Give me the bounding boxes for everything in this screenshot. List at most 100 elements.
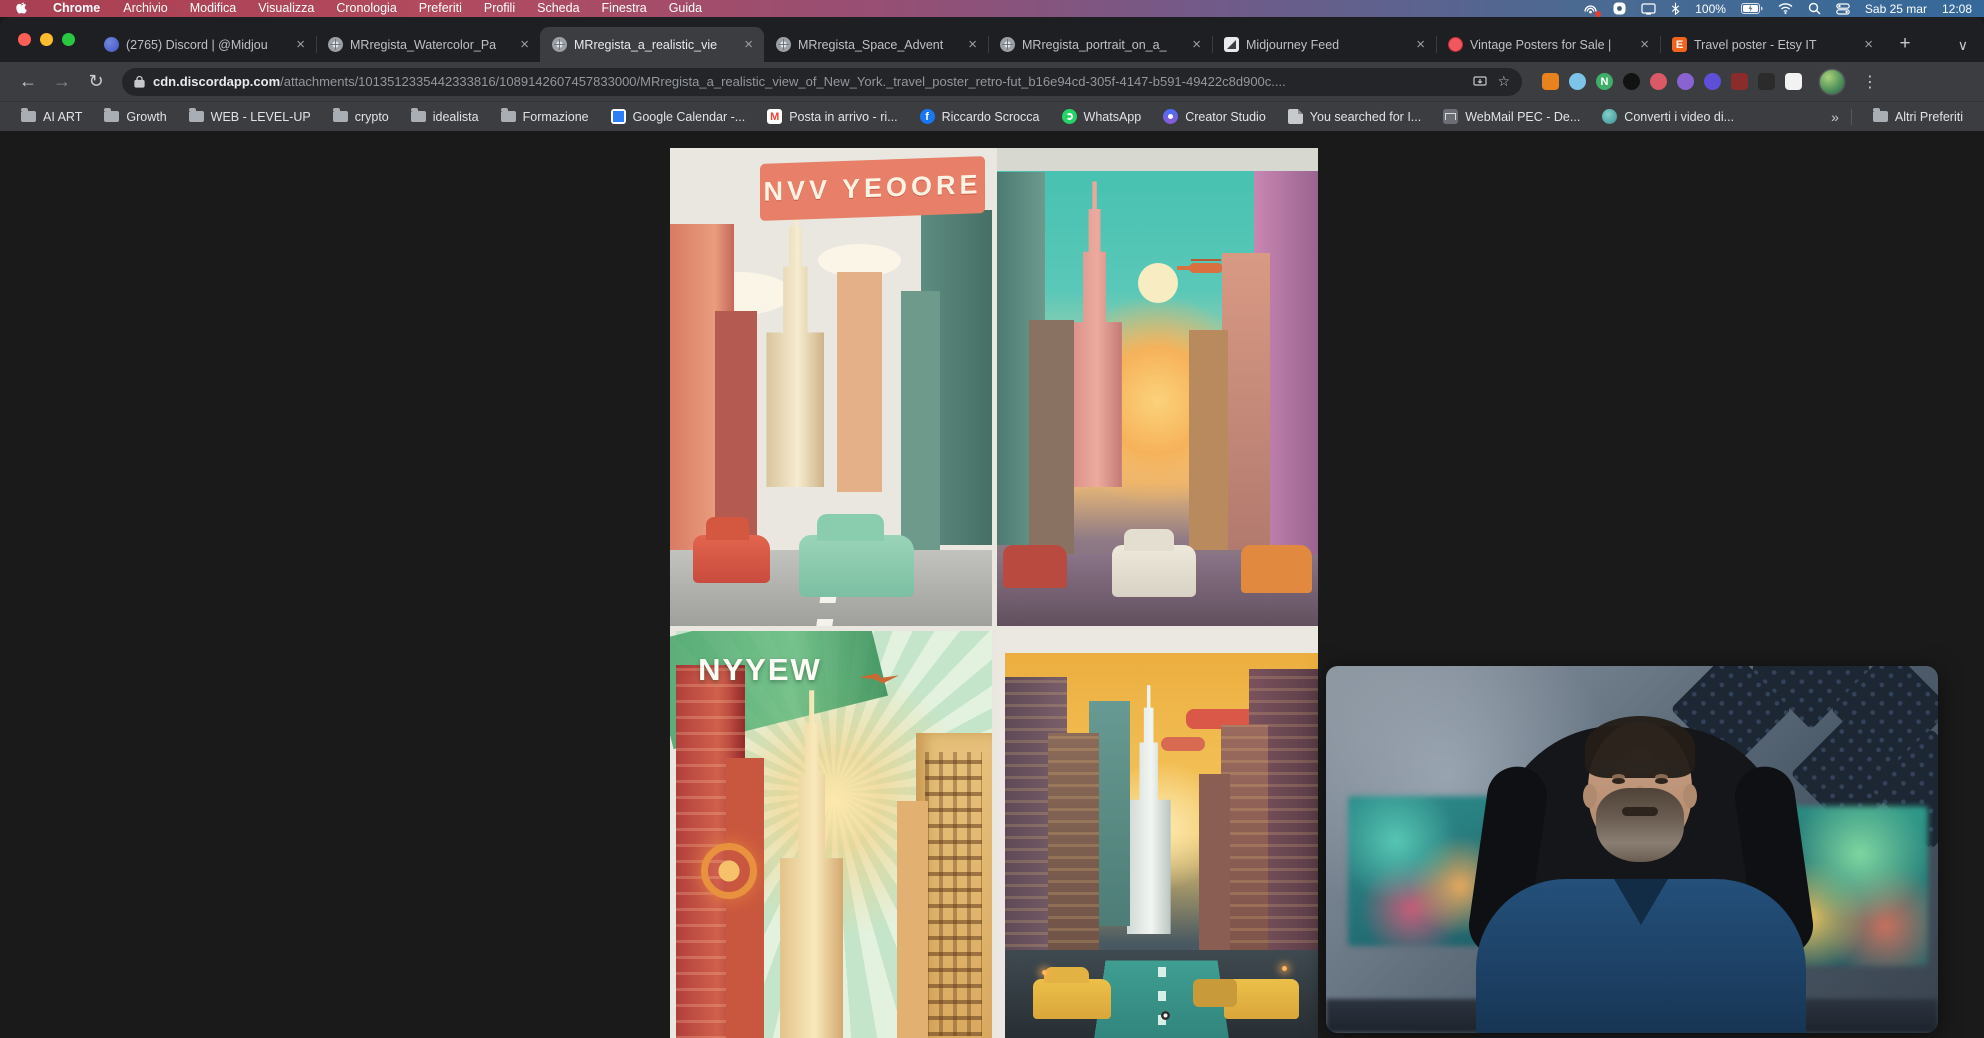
discord-favicon [104, 37, 119, 52]
tab-discord[interactable]: (2765) Discord | @Midjou × [92, 27, 316, 62]
close-window-button[interactable] [18, 33, 31, 46]
bookmark-facebook[interactable]: fRiccardo Scrocca [911, 106, 1049, 127]
menu-cronologia[interactable]: Cronologia [325, 0, 407, 17]
pink-extension-icon[interactable] [1650, 73, 1667, 90]
eye [1612, 778, 1625, 784]
yellow-taxi [1033, 979, 1111, 1019]
purple-extension-icon[interactable] [1677, 73, 1694, 90]
control-center-icon[interactable] [1836, 3, 1850, 15]
tab-etsy[interactable]: E Travel poster - Etsy IT × [1660, 27, 1884, 62]
minimize-window-button[interactable] [40, 33, 53, 46]
tab-title: MRregista_portrait_on_a_ [1022, 38, 1182, 52]
yellow-taxi [1193, 979, 1237, 1007]
install-app-icon[interactable] [1473, 76, 1487, 88]
tab-watercolor[interactable]: MRregista_Watercolor_Pa × [316, 27, 540, 62]
menu-guida[interactable]: Guida [658, 0, 713, 17]
menu-preferiti[interactable]: Preferiti [408, 0, 473, 17]
gmail-icon: M [767, 109, 782, 124]
tab-close-icon[interactable]: × [1189, 36, 1204, 53]
ear [1683, 784, 1697, 808]
bookmarks-overflow-icon[interactable]: » [1831, 109, 1839, 125]
empire-state-building [780, 690, 843, 1038]
white-square-extension-icon[interactable] [1785, 73, 1802, 90]
spotlight-search-icon[interactable] [1808, 2, 1821, 15]
bookmark-converti-video[interactable]: Converti i video di... [1593, 106, 1743, 127]
poster-top-left: NVV YEOORE [670, 148, 992, 626]
street-light [1042, 970, 1047, 975]
bookmark-you-searched[interactable]: You searched for I... [1279, 106, 1430, 127]
profile-avatar[interactable] [1820, 70, 1844, 94]
forward-button[interactable]: → [48, 71, 76, 92]
bookmark-webmail-pec[interactable]: WebMail PEC - De... [1434, 106, 1589, 127]
dark-tool-extension-icon[interactable] [1758, 73, 1775, 90]
tab-close-icon[interactable]: × [741, 36, 756, 53]
building [1048, 733, 1098, 966]
vintage-posters-favicon [1448, 37, 1463, 52]
bookmark-google-calendar[interactable]: Google Calendar -... [602, 106, 755, 127]
tab-midjourney-feed[interactable]: Midjourney Feed × [1212, 27, 1436, 62]
bookmark-star-icon[interactable]: ☆ [1497, 73, 1510, 90]
chrome-menu-icon[interactable]: ⋮ [1862, 72, 1878, 92]
menubar-clock[interactable]: 12:08 [1942, 2, 1972, 16]
menu-modifica[interactable]: Modifica [179, 0, 248, 17]
bookmark-label: Altri Preferiti [1895, 110, 1963, 124]
lock-icon[interactable] [134, 75, 145, 88]
bookmark-whatsapp[interactable]: WhatsApp [1053, 106, 1151, 127]
bookmark-creator-studio[interactable]: Creator Studio [1154, 106, 1275, 127]
blue-extension-icon[interactable] [1569, 73, 1586, 90]
poster-art [1005, 653, 1319, 1038]
tab-space-adventure[interactable]: MRregista_Space_Advent × [764, 27, 988, 62]
menubar-app-icon[interactable] [1613, 2, 1626, 15]
wifi-icon[interactable] [1778, 3, 1793, 14]
indigo-extension-icon[interactable] [1704, 73, 1721, 90]
menu-scheda[interactable]: Scheda [526, 0, 590, 17]
red-car [693, 535, 770, 583]
menu-profili[interactable]: Profili [473, 0, 526, 17]
bookmark-label: You searched for I... [1310, 110, 1421, 124]
folder-icon [501, 111, 516, 122]
tab-vintage-posters[interactable]: Vintage Posters for Sale | × [1436, 27, 1660, 62]
menu-app-name[interactable]: Chrome [41, 0, 112, 17]
menu-visualizza[interactable]: Visualizza [247, 0, 325, 17]
building [897, 801, 929, 1038]
tab-close-icon[interactable]: × [517, 36, 532, 53]
metamask-extension-icon[interactable] [1542, 73, 1559, 90]
green-n-extension-icon[interactable]: N [1596, 73, 1613, 90]
bookmark-growth[interactable]: Growth [95, 107, 175, 127]
screen-record-icon[interactable] [1583, 3, 1598, 15]
menu-finestra[interactable]: Finestra [591, 0, 658, 17]
url-domain: cdn.discordapp.com [153, 74, 280, 89]
zoom-window-button[interactable] [62, 33, 75, 46]
bookmark-label: Riccardo Scrocca [942, 110, 1040, 124]
menubar-date[interactable]: Sab 25 mar [1865, 2, 1927, 16]
new-tab-button[interactable]: + [1890, 29, 1920, 59]
tab-close-icon[interactable]: × [293, 36, 308, 53]
tab-close-icon[interactable]: × [965, 36, 980, 53]
bookmark-web-level-up[interactable]: WEB - LEVEL-UP [180, 107, 320, 127]
bookmark-formazione[interactable]: Formazione [492, 107, 598, 127]
black-circle-extension-icon[interactable] [1623, 73, 1640, 90]
tab-close-icon[interactable]: × [1861, 36, 1876, 53]
apple-logo-icon[interactable] [14, 2, 27, 16]
tab-search-chevron-icon[interactable]: ∨ [1958, 37, 1968, 54]
reload-button[interactable]: ↻ [82, 71, 110, 92]
menu-archivio[interactable]: Archivio [112, 0, 178, 17]
display-icon[interactable] [1641, 3, 1656, 15]
tab-realistic-view-active[interactable]: MRregista_a_realistic_vie × [540, 27, 764, 62]
tab-close-icon[interactable]: × [1413, 36, 1428, 53]
tab-portrait[interactable]: MRregista_portrait_on_a_ × [988, 27, 1212, 62]
bookmark-crypto[interactable]: crypto [324, 107, 398, 127]
tab-strip: (2765) Discord | @Midjou × MRregista_Wat… [0, 17, 1984, 62]
maroon-grid-extension-icon[interactable] [1731, 73, 1748, 90]
page-icon [1288, 109, 1303, 124]
address-bar[interactable]: cdn.discordapp.com/attachments/101351233… [122, 68, 1522, 96]
tab-close-icon[interactable]: × [1637, 36, 1652, 53]
bookmark-gmail[interactable]: MPosta in arrivo - ri... [758, 106, 906, 127]
battery-icon[interactable] [1741, 3, 1763, 14]
back-button[interactable]: ← [14, 71, 42, 92]
folder-icon [333, 111, 348, 122]
bookmark-idealista[interactable]: idealista [402, 107, 488, 127]
bluetooth-icon[interactable] [1671, 2, 1680, 15]
bookmark-ai-art[interactable]: AI ART [12, 107, 91, 127]
other-bookmarks-folder[interactable]: Altri Preferiti [1864, 107, 1972, 127]
